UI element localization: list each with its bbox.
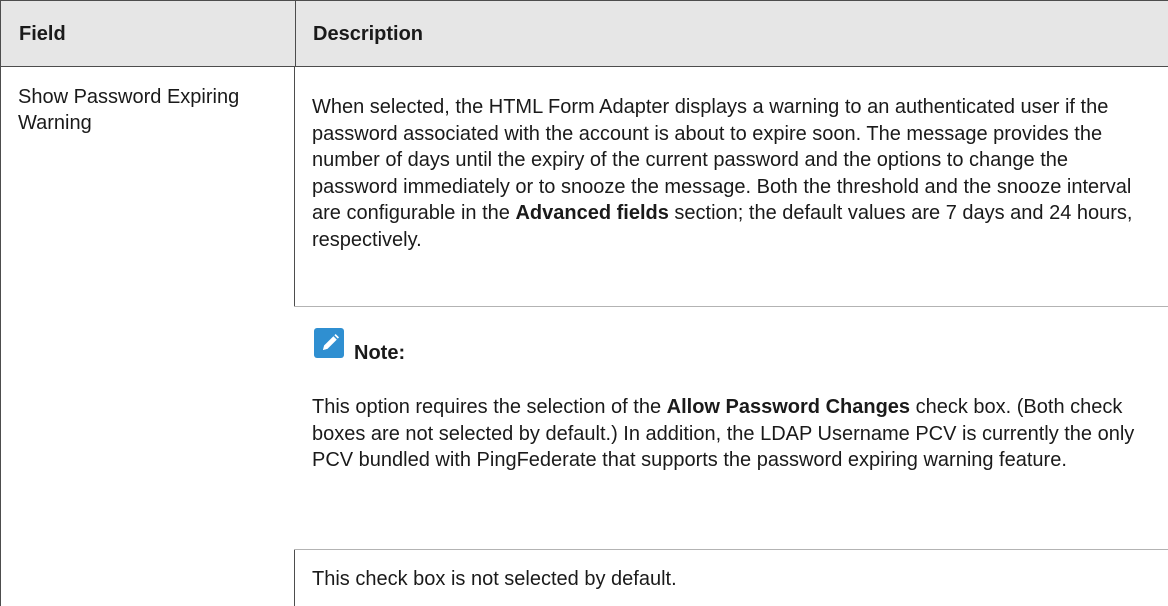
description-paragraph: When selected, the HTML Form Adapter dis… xyxy=(312,94,1157,253)
note-bold-allow-password-changes: Allow Password Changes xyxy=(666,396,911,418)
note-box: Note: This option requires the selection… xyxy=(294,306,1168,550)
note-text: This option requires the selection of th… xyxy=(312,394,1157,474)
field-description-table: Field Description Show Password Expiring… xyxy=(0,0,1168,606)
header-field: Field xyxy=(19,23,66,45)
table-left-border xyxy=(0,67,1,606)
default-state-text: This check box is not selected by defaul… xyxy=(312,568,677,590)
note-title: Note: xyxy=(354,342,406,364)
field-name-cell: Show Password Expiring Warning xyxy=(18,86,240,134)
pencil-icon xyxy=(314,328,344,358)
header-description: Description xyxy=(313,23,424,45)
description-bold-advanced-fields: Advanced fields xyxy=(515,202,669,224)
table-header-row: Field Description xyxy=(0,0,1168,67)
header-column-divider xyxy=(295,1,296,67)
note-text-1: This option requires the selection of th… xyxy=(312,396,667,418)
